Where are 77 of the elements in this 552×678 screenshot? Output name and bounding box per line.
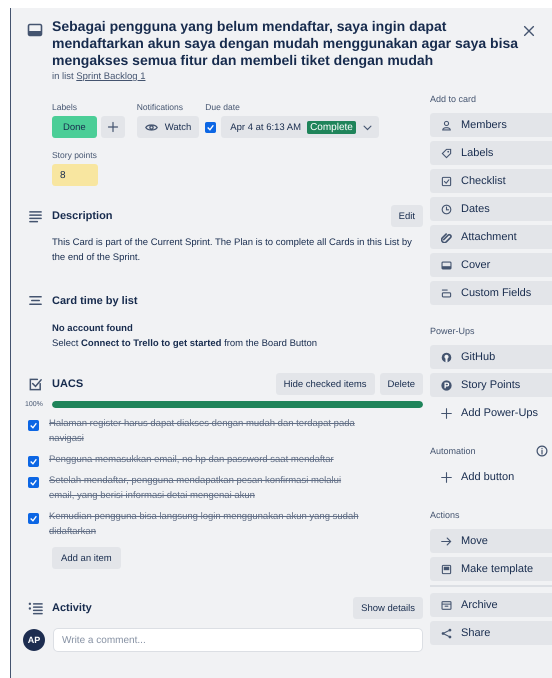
field-label: Story points	[52, 150, 98, 160]
sidebar-button[interactable]: Archive	[430, 593, 552, 617]
info-icon	[536, 445, 548, 457]
status-badge: Complete	[307, 120, 356, 134]
field-label: Due date	[205, 102, 241, 112]
checkbox[interactable]	[28, 513, 39, 524]
paperclip-icon	[441, 232, 452, 242]
share-icon	[441, 628, 452, 638]
label-chip[interactable]: Done	[52, 116, 97, 138]
plus-icon	[441, 408, 452, 418]
section-title: Activity	[52, 602, 92, 614]
sidebar-button[interactable]: Story Points	[430, 373, 552, 397]
sidebar-button[interactable]: Dates	[430, 197, 552, 221]
sidebar-button[interactable]: Custom Fields	[430, 281, 552, 305]
plus-icon	[441, 472, 452, 482]
watch-button[interactable]: Watch	[136, 116, 200, 138]
list-caption: in list	[52, 71, 74, 82]
checkbox[interactable]	[205, 122, 216, 132]
show-details-button[interactable]: Show details	[353, 597, 423, 619]
close-icon	[522, 24, 536, 38]
sidebar-button[interactable]: Cover	[430, 253, 552, 277]
section-heading: Add to card	[430, 94, 476, 104]
notice-title: No account found	[52, 322, 134, 336]
sidebar-button[interactable]: Add Power-Ups	[430, 401, 552, 425]
points-icon	[441, 380, 452, 390]
add-label-button[interactable]	[100, 116, 125, 138]
checklist-item-text[interactable]: Setelah mendaftar, pengguna mendapatkan pesan konfirmasi melalui email, yang berisi informasi detai mengenai akun	[49, 473, 359, 503]
section-heading: Power-Ups	[430, 326, 475, 336]
sidebar-button[interactable]: Move	[430, 529, 552, 553]
checkbox[interactable]	[28, 456, 39, 467]
section-heading: Automation	[430, 446, 476, 456]
checklist-item-text[interactable]: Halaman register harus dapat diakses dengan mudah dan terdapat pada navigasi	[49, 416, 359, 446]
sidebar-button[interactable]: Checklist	[430, 169, 552, 193]
cover-icon	[441, 260, 452, 270]
plus-icon	[106, 121, 119, 133]
sidebar-button[interactable]: Share	[430, 621, 552, 645]
hide-checked-button[interactable]: Hide checked items	[276, 373, 375, 395]
checkbox[interactable]	[28, 420, 39, 431]
sidebar-button[interactable]: Members	[430, 113, 552, 137]
list-link[interactable]: Sprint Backlog 1	[76, 71, 146, 82]
sidebar-button[interactable]: Attachment	[430, 225, 552, 249]
sidebar-button[interactable]: Make template	[430, 557, 552, 581]
sidebar-button[interactable]: GitHub	[430, 345, 552, 369]
checkbox[interactable]	[28, 477, 39, 488]
delete-button[interactable]: Delete	[380, 373, 423, 395]
section-title: Description	[52, 210, 113, 222]
field-icon	[441, 288, 452, 298]
card-title: Sebagai pengguna yang belum mendaftar, saya ingin dapat mendaftarkan akun saya dengan mudah menggunakan agar saya bisa mengakses semua fitur dan membeli tiket dengan mudah	[52, 18, 520, 69]
edit-button[interactable]: Edit	[390, 205, 423, 227]
person-icon	[441, 120, 452, 130]
section-title: Card time by list	[52, 294, 139, 306]
description-icon	[28, 208, 43, 224]
checklist-icon	[441, 176, 452, 186]
comment-field[interactable]: Write a comment...	[53, 628, 423, 652]
notice-text: Select Connect to Trello to get started from the Board Button	[52, 337, 318, 351]
sidebar-button[interactable]: Add button	[430, 465, 552, 489]
field-label: Labels	[52, 102, 78, 112]
due-date-button[interactable]: Apr 4 at 6:13 AM Complete	[221, 116, 379, 138]
checklist-title: UACS	[52, 378, 84, 390]
sidebar-button[interactable]: Labels	[430, 141, 552, 165]
section-heading: Actions	[430, 510, 460, 520]
activity-icon	[28, 600, 43, 616]
field-label: Notifications	[136, 102, 184, 112]
add-item-button[interactable]: Add an item	[52, 547, 121, 569]
card-icon	[27, 22, 43, 38]
checklist-item-text[interactable]: Kemudian pengguna bisa langsung login menggunakan akun yang sudah didaftarkan	[49, 509, 359, 539]
clock-icon	[441, 204, 452, 214]
checklist-item-text[interactable]: Pengguna memasukkan email, no hp dan password saat mendaftar	[49, 452, 359, 467]
story-points-value[interactable]: 8	[52, 164, 98, 186]
template-icon	[441, 564, 452, 574]
arrow-right-icon	[441, 536, 452, 546]
avatar: AP	[23, 629, 45, 651]
description-text: This Card is part of the Current Sprint. The Plan is to complete all Cards in this List by the end of the Sprint.	[52, 236, 413, 265]
tag-icon	[441, 148, 452, 158]
lines-icon	[28, 293, 43, 308]
checklist-icon	[28, 376, 43, 392]
archive-icon	[441, 600, 452, 610]
